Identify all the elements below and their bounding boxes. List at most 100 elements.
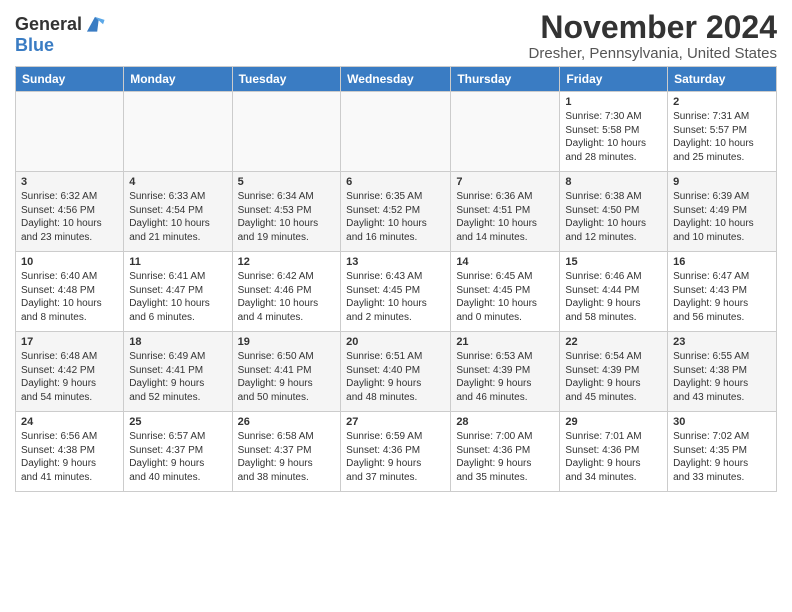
col-wednesday: Wednesday [341,67,451,92]
calendar-cell-w3-d4: 14Sunrise: 6:45 AM Sunset: 4:45 PM Dayli… [451,252,560,332]
day-number: 25 [129,416,226,428]
col-saturday: Saturday [668,67,777,92]
day-number: 16 [673,256,771,268]
calendar-cell-w5-d1: 25 Sunrise: 6:57 AM Sunset: 4:37 PM Dayli… [124,412,232,492]
day-number: 27 [346,416,445,428]
day-number: 1 [565,96,662,108]
day-info: Sunrise: 6:45 AM Sunset: 4:45 PM Dayligh… [456,270,554,324]
day-number: 5 [238,176,336,188]
day-info: Sunrise: 6:51 AM Sunset: 4:40 PM Dayligh… [346,350,445,404]
day-number: 19 [238,336,336,348]
calendar-header-row: Sunday Monday Tuesday Wednesday Thursday… [16,67,777,92]
calendar-cell-w2-d4: 7 Sunrise: 6:36 AM Sunset: 4:51 PM Daylig… [451,172,560,252]
day-number: 20 [346,336,445,348]
day-info: Sunrise: 6:32 AM Sunset: 4:56 PM Dayligh… [21,190,118,244]
day-number: 2 [673,96,771,108]
day-info: Sunrise: 7:30 AM Sunset: 5:58 PM Dayligh… [565,110,662,164]
day-number: 4 [129,176,226,188]
col-thursday: Thursday [451,67,560,92]
header: General Blue November 2024 Dresher, Penn… [15,10,777,62]
day-number: 22 [565,336,662,348]
week-row-1: 1 Sunrise: 7:30 AM Sunset: 5:58 PM Daylig… [16,92,777,172]
day-info: Sunrise: 6:58 AM Sunset: 4:37 PM Dayligh… [238,430,336,484]
week-row-3: 10 Sunrise: 6:40 AM Sunset: 4:48 PM Dayli… [16,252,777,332]
day-info: Sunrise: 6:43 AM Sunset: 4:45 PM Dayligh… [346,270,445,324]
calendar-cell-w4-d1: 18 Sunrise: 6:49 AM Sunset: 4:41 PM Dayli… [124,332,232,412]
day-info: Sunrise: 7:02 AM Sunset: 4:35 PM Dayligh… [673,430,771,484]
day-info: Sunrise: 6:40 AM Sunset: 4:48 PM Dayligh… [21,270,118,324]
day-number: 24 [21,416,118,428]
calendar-cell-w4-d2: 19 Sunrise: 6:50 AM Sunset: 4:41 PM Dayli… [232,332,341,412]
day-number: 11 [129,256,226,268]
day-info: Sunrise: 6:41 AM Sunset: 4:47 PM Dayligh… [129,270,226,324]
logo: General Blue [15,14,106,56]
col-sunday: Sunday [16,67,124,92]
calendar-cell-w3-d1: 11 Sunrise: 6:41 AM Sunset: 4:47 PM Dayli… [124,252,232,332]
day-info: Sunrise: 6:59 AM Sunset: 4:36 PM Dayligh… [346,430,445,484]
calendar-cell-w3-d0: 10 Sunrise: 6:40 AM Sunset: 4:48 PM Dayli… [16,252,124,332]
day-info: Sunrise: 6:49 AM Sunset: 4:41 PM Dayligh… [129,350,226,404]
calendar-cell-w3-d2: 12 Sunrise: 6:42 AM Sunset: 4:46 PM Dayli… [232,252,341,332]
calendar-cell-w5-d3: 27 Sunrise: 6:59 AM Sunset: 4:36 PM Dayli… [341,412,451,492]
day-info: Sunrise: 7:01 AM Sunset: 4:36 PM Dayligh… [565,430,662,484]
day-info: Sunrise: 6:42 AM Sunset: 4:46 PM Dayligh… [238,270,336,324]
col-friday: Friday [560,67,668,92]
week-row-5: 24Sunrise: 6:56 AM Sunset: 4:38 PM Dayli… [16,412,777,492]
day-number: 9 [673,176,771,188]
col-monday: Monday [124,67,232,92]
day-number: 8 [565,176,662,188]
day-info: Sunrise: 7:00 AM Sunset: 4:36 PM Dayligh… [456,430,554,484]
logo-icon [84,14,106,36]
day-info: Sunrise: 6:36 AM Sunset: 4:51 PM Dayligh… [456,190,554,244]
calendar-cell-w4-d0: 17 Sunrise: 6:48 AM Sunset: 4:42 PM Dayli… [16,332,124,412]
day-info: Sunrise: 6:57 AM Sunset: 4:37 PM Dayligh… [129,430,226,484]
day-info: Sunrise: 6:33 AM Sunset: 4:54 PM Dayligh… [129,190,226,244]
calendar-cell-w1-d0 [16,92,124,172]
calendar-cell-w4-d3: 20 Sunrise: 6:51 AM Sunset: 4:40 PM Dayli… [341,332,451,412]
day-number: 18 [129,336,226,348]
day-info: Sunrise: 6:54 AM Sunset: 4:39 PM Dayligh… [565,350,662,404]
day-number: 12 [238,256,336,268]
title-block: November 2024 Dresher, Pennsylvania, Uni… [529,10,777,62]
calendar-cell-w5-d2: 26 Sunrise: 6:58 AM Sunset: 4:37 PM Dayli… [232,412,341,492]
calendar-cell-w1-d1 [124,92,232,172]
calendar-cell-w3-d6: 16 Sunrise: 6:47 AM Sunset: 4:43 PM Dayli… [668,252,777,332]
day-number: 23 [673,336,771,348]
calendar-cell-w2-d6: 9Sunrise: 6:39 AM Sunset: 4:49 PM Daylig… [668,172,777,252]
day-number: 17 [21,336,118,348]
logo-blue: Blue [15,35,54,55]
day-number: 21 [456,336,554,348]
month-title: November 2024 [529,10,777,45]
day-number: 29 [565,416,662,428]
calendar-table: Sunday Monday Tuesday Wednesday Thursday… [15,66,777,492]
calendar-cell-w2-d5: 8 Sunrise: 6:38 AM Sunset: 4:50 PM Daylig… [560,172,668,252]
calendar-cell-w2-d1: 4 Sunrise: 6:33 AM Sunset: 4:54 PM Daylig… [124,172,232,252]
day-info: Sunrise: 6:38 AM Sunset: 4:50 PM Dayligh… [565,190,662,244]
day-number: 26 [238,416,336,428]
col-tuesday: Tuesday [232,67,341,92]
calendar-cell-w5-d5: 29 Sunrise: 7:01 AM Sunset: 4:36 PM Dayli… [560,412,668,492]
day-info: Sunrise: 6:34 AM Sunset: 4:53 PM Dayligh… [238,190,336,244]
calendar-cell-w1-d4 [451,92,560,172]
day-info: Sunrise: 6:50 AM Sunset: 4:41 PM Dayligh… [238,350,336,404]
day-info: Sunrise: 6:48 AM Sunset: 4:42 PM Dayligh… [21,350,118,404]
week-row-4: 17 Sunrise: 6:48 AM Sunset: 4:42 PM Dayli… [16,332,777,412]
calendar-cell-w5-d0: 24Sunrise: 6:56 AM Sunset: 4:38 PM Dayli… [16,412,124,492]
day-number: 7 [456,176,554,188]
day-info: Sunrise: 6:47 AM Sunset: 4:43 PM Dayligh… [673,270,771,324]
day-number: 13 [346,256,445,268]
day-info: Sunrise: 6:53 AM Sunset: 4:39 PM Dayligh… [456,350,554,404]
day-number: 3 [21,176,118,188]
day-number: 10 [21,256,118,268]
calendar-cell-w3-d3: 13 Sunrise: 6:43 AM Sunset: 4:45 PM Dayli… [341,252,451,332]
calendar-cell-w4-d5: 22 Sunrise: 6:54 AM Sunset: 4:39 PM Dayli… [560,332,668,412]
day-info: Sunrise: 6:55 AM Sunset: 4:38 PM Dayligh… [673,350,771,404]
calendar-cell-w3-d5: 15 Sunrise: 6:46 AM Sunset: 4:44 PM Dayli… [560,252,668,332]
calendar-cell-w1-d6: 2Sunrise: 7:31 AM Sunset: 5:57 PM Daylig… [668,92,777,172]
calendar-cell-w1-d2 [232,92,341,172]
calendar-cell-w1-d3 [341,92,451,172]
calendar-cell-w2-d0: 3 Sunrise: 6:32 AM Sunset: 4:56 PM Daylig… [16,172,124,252]
day-number: 15 [565,256,662,268]
day-number: 6 [346,176,445,188]
day-info: Sunrise: 6:46 AM Sunset: 4:44 PM Dayligh… [565,270,662,324]
